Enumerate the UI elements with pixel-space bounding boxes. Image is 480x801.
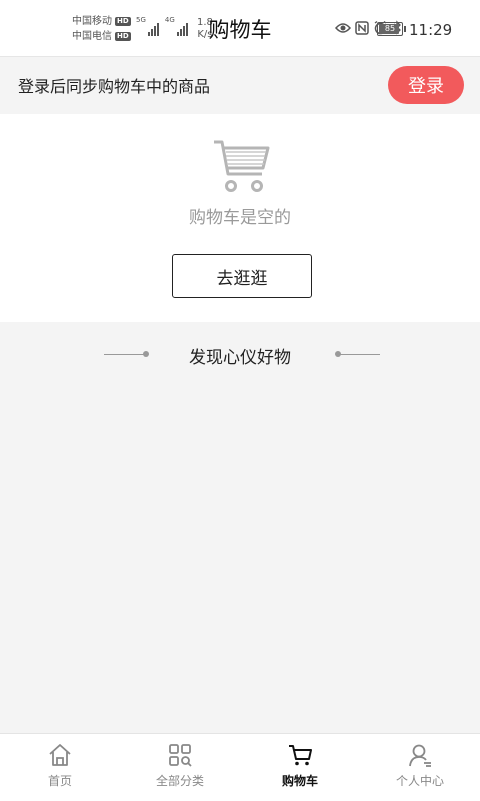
- bottom-tab-bar: 首页 全部分类 购物车 个人中心: [0, 733, 480, 801]
- login-button[interactable]: 登录: [388, 66, 464, 104]
- status-time: 11:29: [409, 21, 453, 39]
- empty-cart-panel: 购物车是空的 去逛逛: [0, 114, 480, 322]
- battery-icon: 85: [377, 22, 406, 36]
- tab-cart-label: 购物车: [281, 774, 318, 788]
- divider-right: [338, 354, 380, 355]
- tab-profile-label: 个人中心: [395, 774, 444, 788]
- user-icon: [407, 742, 433, 768]
- discover-section: 发现心仪好物: [0, 322, 480, 732]
- nfc-icon: [355, 20, 369, 35]
- tab-categories[interactable]: 全部分类: [120, 734, 240, 801]
- battery-level: 85: [384, 24, 396, 33]
- login-banner: 登录后同步购物车中的商品 登录: [0, 57, 480, 114]
- tab-profile[interactable]: 个人中心: [360, 734, 480, 801]
- home-icon: [47, 742, 73, 768]
- login-prompt-text: 登录后同步购物车中的商品: [18, 77, 211, 96]
- tab-cart[interactable]: 购物车: [240, 734, 360, 801]
- tab-home[interactable]: 首页: [0, 734, 120, 801]
- page-title: 购物车: [208, 18, 272, 42]
- discover-title: 发现心仪好物: [189, 348, 291, 368]
- go-shopping-button[interactable]: 去逛逛: [172, 254, 312, 298]
- tab-categories-label: 全部分类: [155, 774, 204, 788]
- shopping-cart-icon: [212, 138, 270, 200]
- status-bar: 中国移动 HD 中国电信 HD 5G 4G 1.8 K/s 购物车 85 11:…: [0, 0, 480, 57]
- cart-icon: [287, 742, 313, 768]
- tab-home-label: 首页: [47, 774, 72, 788]
- eye-icon: [335, 22, 351, 34]
- category-search-icon: [167, 742, 193, 768]
- empty-cart-message: 购物车是空的: [189, 208, 291, 228]
